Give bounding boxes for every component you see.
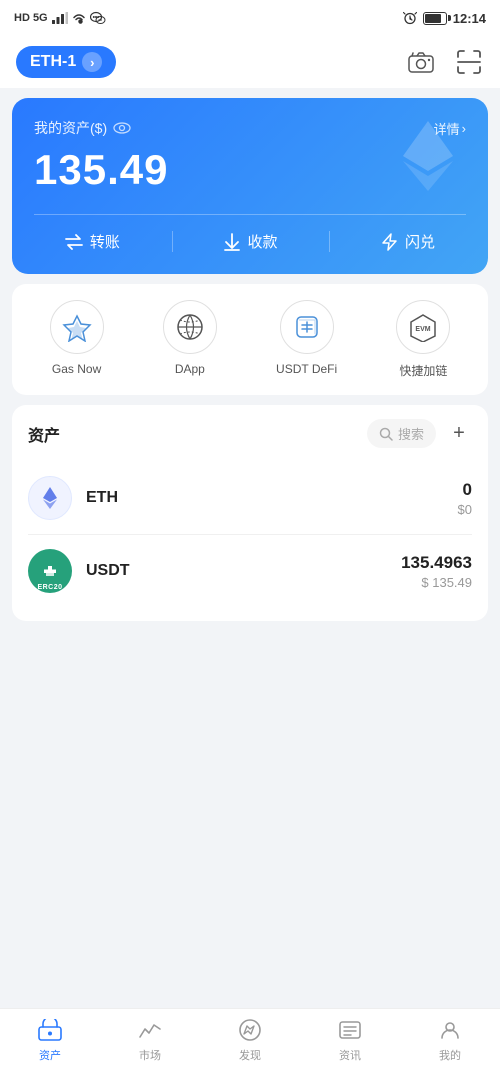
search-placeholder: 搜索 xyxy=(398,424,424,443)
wallet-name: ETH-1 xyxy=(30,53,76,71)
usdt-values: 135.4963 $ 135.49 xyxy=(401,553,472,590)
nav-item-discover[interactable]: 发现 xyxy=(220,1017,280,1063)
nav-item-market[interactable]: 市场 xyxy=(120,1017,180,1063)
eth-usd: $0 xyxy=(458,502,472,517)
status-left: HD 5G xyxy=(14,11,106,25)
transfer-icon xyxy=(65,234,83,250)
header: ETH-1 › xyxy=(0,36,500,88)
nav-item-profile[interactable]: 我的 xyxy=(420,1017,480,1063)
quick-menu: Gas Now DApp xyxy=(12,284,488,395)
search-icon xyxy=(379,427,393,441)
assets-section: 资产 搜索 + ETH xyxy=(12,405,488,621)
news-nav-icon xyxy=(337,1017,363,1043)
nav-item-assets[interactable]: 资产 xyxy=(20,1017,80,1063)
gas-now-label: Gas Now xyxy=(52,362,101,376)
dapp-icon xyxy=(163,300,217,354)
news-nav-label: 资讯 xyxy=(339,1047,361,1063)
alarm-icon xyxy=(403,11,417,25)
wallet-chevron-icon: › xyxy=(82,52,102,72)
bottom-nav: 资产 市场 发现 资讯 xyxy=(0,1008,500,1083)
battery-icon xyxy=(423,12,447,25)
status-right: 12:14 xyxy=(403,11,486,26)
assets-nav-icon xyxy=(37,1017,63,1043)
discover-nav-label: 发现 xyxy=(239,1047,261,1063)
erc20-tag: ERC20 xyxy=(37,584,62,591)
card-actions: 转账 收款 闪兑 xyxy=(34,214,466,252)
eth-symbol: ETH xyxy=(86,489,118,507)
battery-fill xyxy=(425,14,441,23)
usdt-symbol: USDT xyxy=(86,562,130,580)
transfer-button[interactable]: 转账 xyxy=(55,231,130,252)
eth-amount: 0 xyxy=(458,480,472,500)
asset-label: 我的资产($) xyxy=(34,118,131,138)
gas-now-icon xyxy=(50,300,104,354)
evm-chain-icon: EVM xyxy=(396,300,450,354)
eth-watermark-icon xyxy=(388,116,468,196)
profile-nav-label: 我的 xyxy=(439,1047,461,1063)
nav-item-news[interactable]: 资讯 xyxy=(320,1017,380,1063)
status-bar: HD 5G 1 xyxy=(0,0,500,36)
network-indicator: HD 5G xyxy=(14,12,48,24)
usdt-amount: 135.4963 xyxy=(401,553,472,573)
assets-right: 搜索 + xyxy=(367,419,472,448)
usdt-logo: ERC20 xyxy=(28,549,72,593)
receive-button[interactable]: 收款 xyxy=(214,231,287,252)
camera-button[interactable] xyxy=(406,47,436,77)
usdt-defi-icon xyxy=(280,300,334,354)
market-nav-icon xyxy=(137,1017,163,1043)
assets-nav-label: 资产 xyxy=(39,1047,61,1063)
usdt-logo-icon xyxy=(36,559,64,583)
asset-row-eth[interactable]: ETH 0 $0 xyxy=(28,462,472,535)
card-divider-1 xyxy=(172,231,173,252)
wifi-icon xyxy=(72,12,86,24)
add-asset-button[interactable]: + xyxy=(446,421,472,447)
usdt-usd: $ 135.49 xyxy=(401,575,472,590)
evm-chain-label: 快捷加链 xyxy=(399,362,447,379)
profile-nav-icon xyxy=(437,1017,463,1043)
wallet-selector[interactable]: ETH-1 › xyxy=(16,46,116,78)
quick-item-usdt-defi[interactable]: USDT DeFi xyxy=(276,300,337,379)
market-nav-label: 市场 xyxy=(139,1047,161,1063)
signal-icon xyxy=(52,12,68,24)
flash-icon xyxy=(382,233,398,251)
asset-card: 我的资产($) 详情 › 135.49 转账 xyxy=(12,98,488,274)
receive-icon xyxy=(224,233,240,251)
card-divider-2 xyxy=(329,231,330,252)
eth-logo xyxy=(28,476,72,520)
quick-item-gas-now[interactable]: Gas Now xyxy=(50,300,104,379)
quick-item-dapp[interactable]: DApp xyxy=(163,300,217,379)
svg-text:EVM: EVM xyxy=(416,326,431,333)
time-display: 12:14 xyxy=(453,11,486,26)
scan-button[interactable] xyxy=(454,47,484,77)
flash-button[interactable]: 闪兑 xyxy=(372,231,445,252)
dapp-label: DApp xyxy=(175,362,205,376)
assets-header: 资产 搜索 + xyxy=(28,419,472,448)
eth-logo-icon xyxy=(37,485,63,511)
asset-row-usdt[interactable]: ERC20 USDT 135.4963 $ 135.49 xyxy=(28,535,472,607)
eye-icon[interactable] xyxy=(113,121,131,135)
header-icons xyxy=(406,47,484,77)
discover-nav-icon xyxy=(237,1017,263,1043)
assets-title: 资产 xyxy=(28,422,60,446)
search-box[interactable]: 搜索 xyxy=(367,419,436,448)
usdt-defi-label: USDT DeFi xyxy=(276,362,337,376)
quick-item-evm-chain[interactable]: EVM 快捷加链 xyxy=(396,300,450,379)
wechat-icon xyxy=(90,11,106,25)
eth-values: 0 $0 xyxy=(458,480,472,517)
